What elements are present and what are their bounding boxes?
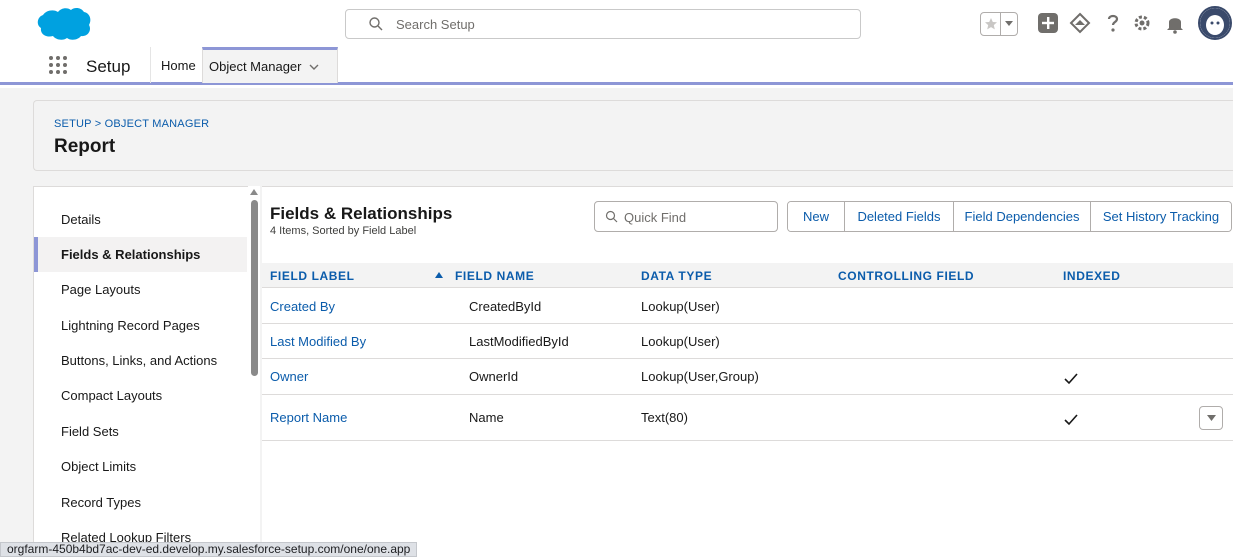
chevron-down-icon [1207,415,1216,421]
sidebar-item-object-limits[interactable]: Object Limits [34,449,247,484]
sidebar-item-label: Compact Layouts [61,388,163,403]
sidebar-item-label: Record Types [61,495,141,510]
search-icon [369,17,383,31]
column-header-controlling-field[interactable]: CONTROLLING FIELD [838,269,974,283]
row-actions-menu-button[interactable] [1199,406,1223,430]
field-name-cell: LastModifiedById [469,334,569,349]
sort-ascending-icon[interactable] [435,272,443,278]
sidebar-item-lightning-record-pages[interactable]: Lightning Record Pages [34,308,247,343]
scroll-up-arrow-icon[interactable] [250,188,258,196]
search-placeholder: Search Setup [396,17,475,32]
sidebar-item-buttons-links-actions[interactable]: Buttons, Links, and Actions [34,343,247,378]
app-name: Setup [86,57,131,76]
object-manager-sidebar: Details Fields & Relationships Page Layo… [33,186,260,557]
field-label-link[interactable]: Owner [270,369,308,384]
chevron-down-icon[interactable] [1001,13,1017,35]
field-label-link[interactable]: Created By [270,299,335,314]
field-label-link[interactable]: Last Modified By [270,334,366,349]
field-name-cell: Name [469,410,504,425]
star-icon[interactable] [981,13,1001,35]
tab-home-label: Home [161,57,196,73]
browser-status-url: orgfarm-450b4bd7ac-dev-ed.develop.my.sal… [0,542,418,557]
quick-find-input[interactable]: Quick Find [594,201,778,232]
sidebar-item-label: Details [61,212,101,227]
app-navigation-bar: Setup Home Object Manager [0,47,1233,85]
data-type-cell: Lookup(User) [641,299,720,314]
page-header: SETUP > OBJECT MANAGER Report [33,100,1233,171]
sidebar-item-compact-layouts[interactable]: Compact Layouts [34,378,247,413]
sidebar-item-label: Object Limits [61,459,137,474]
favorites-button-group[interactable] [980,12,1018,36]
sidebar-item-label: Page Layouts [61,282,141,297]
plus-icon[interactable] [1036,11,1060,35]
scroll-thumb[interactable] [251,200,258,376]
field-dependencies-button[interactable]: Field Dependencies [954,202,1091,231]
avatar[interactable] [1198,6,1232,40]
help-icon[interactable] [1101,11,1125,35]
field-name-cell: CreatedById [469,299,542,314]
sidebar-item-field-sets[interactable]: Field Sets [34,414,247,449]
section-subtitle: 4 Items, Sorted by Field Label [270,225,417,237]
new-button[interactable]: New [788,202,845,231]
salesforce-cloud-logo[interactable] [34,7,92,41]
data-type-cell: Text(80) [641,410,688,425]
field-label-link[interactable]: Report Name [270,410,347,425]
field-name-cell: OwnerId [469,369,519,384]
sidebar-item-record-types[interactable]: Record Types [34,485,247,520]
tab-home[interactable]: Home [150,47,202,83]
chevron-down-icon[interactable] [308,61,320,73]
quick-find-placeholder: Quick Find [624,210,687,225]
section-title: Fields & Relationships [270,204,453,223]
tab-object-manager-label: Object Manager [209,59,302,74]
data-type-cell: Lookup(User) [641,334,720,349]
action-button-group: New Deleted Fields Field Dependencies Se… [787,201,1232,232]
table-row: Report Name Name Text(80) [262,395,1233,441]
column-header-indexed[interactable]: INDEXED [1063,269,1121,283]
sidebar-item-label: Field Sets [61,424,119,439]
sidebar-item-label: Fields & Relationships [61,247,201,262]
column-header-field-name[interactable]: FIELD NAME [455,269,534,283]
table-row: Owner OwnerId Lookup(User,Group) [262,359,1233,395]
set-history-tracking-button[interactable]: Set History Tracking [1091,202,1231,231]
checkmark-icon [1064,414,1078,426]
sidebar-item-label: Buttons, Links, and Actions [61,353,218,368]
breadcrumb[interactable]: SETUP > OBJECT MANAGER [54,118,209,130]
bell-icon[interactable] [1163,11,1187,35]
app-launcher-icon[interactable] [48,55,68,75]
table-row: Created By CreatedById Lookup(User) [262,288,1233,324]
table-header-row: FIELD LABEL FIELD NAME DATA TYPE CONTROL… [262,263,1233,288]
search-icon [605,210,618,223]
trailhead-icon[interactable] [1068,11,1092,35]
page-title: Report [54,136,116,157]
sidebar-item-label: Lightning Record Pages [61,318,200,333]
column-header-data-type[interactable]: DATA TYPE [641,269,712,283]
column-header-field-label[interactable]: FIELD LABEL [270,269,355,283]
sidebar-scrollbar[interactable] [248,186,260,557]
global-search-input[interactable]: Search Setup [345,9,861,39]
fields-relationships-panel: Fields & Relationships 4 Items, Sorted b… [262,186,1233,557]
data-type-cell: Lookup(User,Group) [641,369,759,384]
sidebar-item-fields-relationships[interactable]: Fields & Relationships [34,237,247,272]
sidebar-item-details[interactable]: Details [34,202,247,237]
deleted-fields-button[interactable]: Deleted Fields [845,202,954,231]
gear-icon[interactable] [1130,11,1154,35]
checkmark-icon [1064,373,1078,385]
tab-object-manager[interactable]: Object Manager [202,47,338,83]
global-header: Search Setup [0,0,1233,46]
table-row: Last Modified By LastModifiedById Lookup… [262,324,1233,359]
sidebar-item-page-layouts[interactable]: Page Layouts [34,272,247,307]
